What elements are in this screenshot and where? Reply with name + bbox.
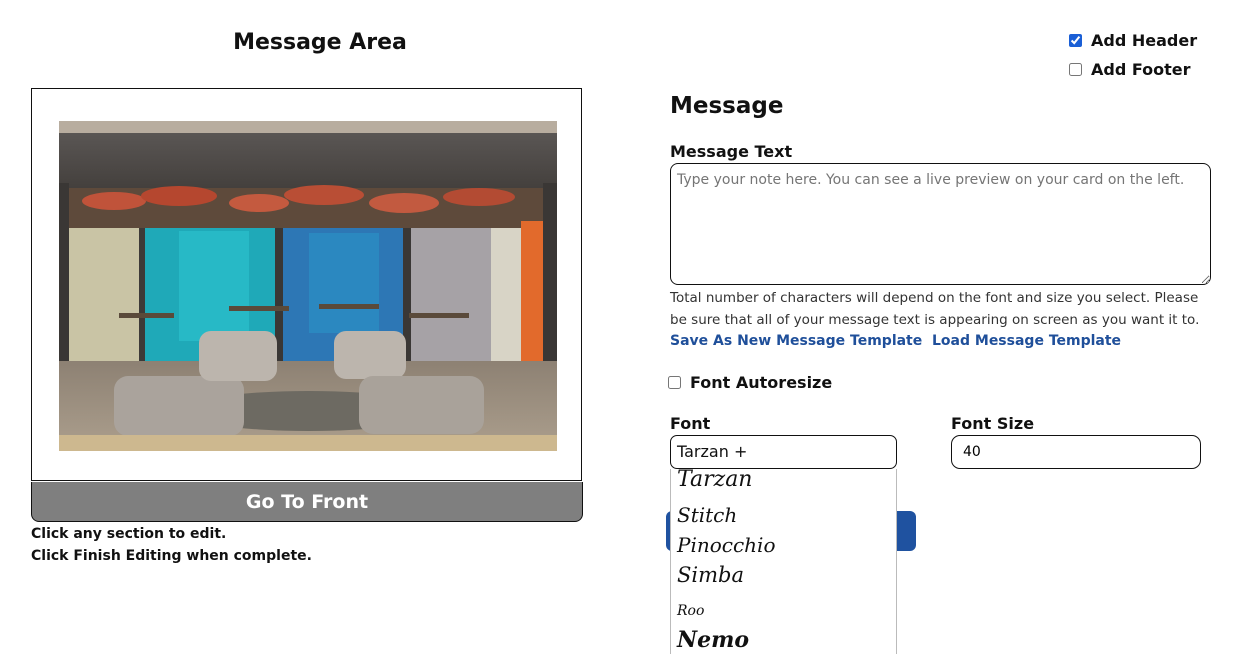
save-template-link[interactable]: Save As New Message Template: [670, 333, 922, 349]
add-footer-label: Add Footer: [1091, 60, 1191, 79]
add-footer-checkbox[interactable]: [1069, 63, 1082, 76]
font-autoresize-checkbox[interactable]: [668, 376, 681, 389]
character-limit-note: Total number of characters will depend o…: [670, 290, 1200, 328]
load-template-link[interactable]: Load Message Template: [932, 333, 1121, 349]
font-dropdown[interactable]: Tarzan +: [670, 435, 897, 469]
font-size-label: Font Size: [951, 414, 1035, 433]
message-text-label: Message Text: [670, 142, 793, 161]
font-autoresize-label: Font Autoresize: [690, 373, 833, 392]
message-area-title: Message Area: [233, 30, 407, 55]
font-option-stitch[interactable]: Stitch: [677, 503, 737, 527]
font-label: Font: [670, 414, 711, 433]
font-size-input[interactable]: [951, 435, 1201, 469]
font-option-simba[interactable]: Simba: [677, 563, 744, 587]
add-header-label: Add Header: [1091, 31, 1198, 50]
card-preview[interactable]: [31, 88, 582, 481]
edit-hint: Click any section to edit.: [31, 526, 227, 542]
font-options-list[interactable]: Tarzan Stitch Pinocchio Simba Roo Nemo: [670, 469, 897, 654]
font-option-pinocchio[interactable]: Pinocchio: [677, 533, 776, 557]
card-photo[interactable]: [59, 121, 557, 451]
add-footer-option[interactable]: Add Footer: [1069, 60, 1191, 79]
font-option-tarzan[interactable]: Tarzan: [677, 469, 752, 492]
font-option-roo[interactable]: Roo: [677, 603, 704, 619]
finish-hint: Click Finish Editing when complete.: [31, 548, 312, 564]
message-heading: Message: [670, 93, 784, 119]
go-to-front-button[interactable]: Go To Front: [31, 482, 583, 522]
add-header-checkbox[interactable]: [1069, 34, 1082, 47]
font-autoresize-option[interactable]: Font Autoresize: [668, 373, 832, 392]
add-header-option[interactable]: Add Header: [1069, 31, 1197, 50]
message-text-input[interactable]: [670, 163, 1211, 285]
font-option-nemo[interactable]: Nemo: [677, 627, 749, 653]
